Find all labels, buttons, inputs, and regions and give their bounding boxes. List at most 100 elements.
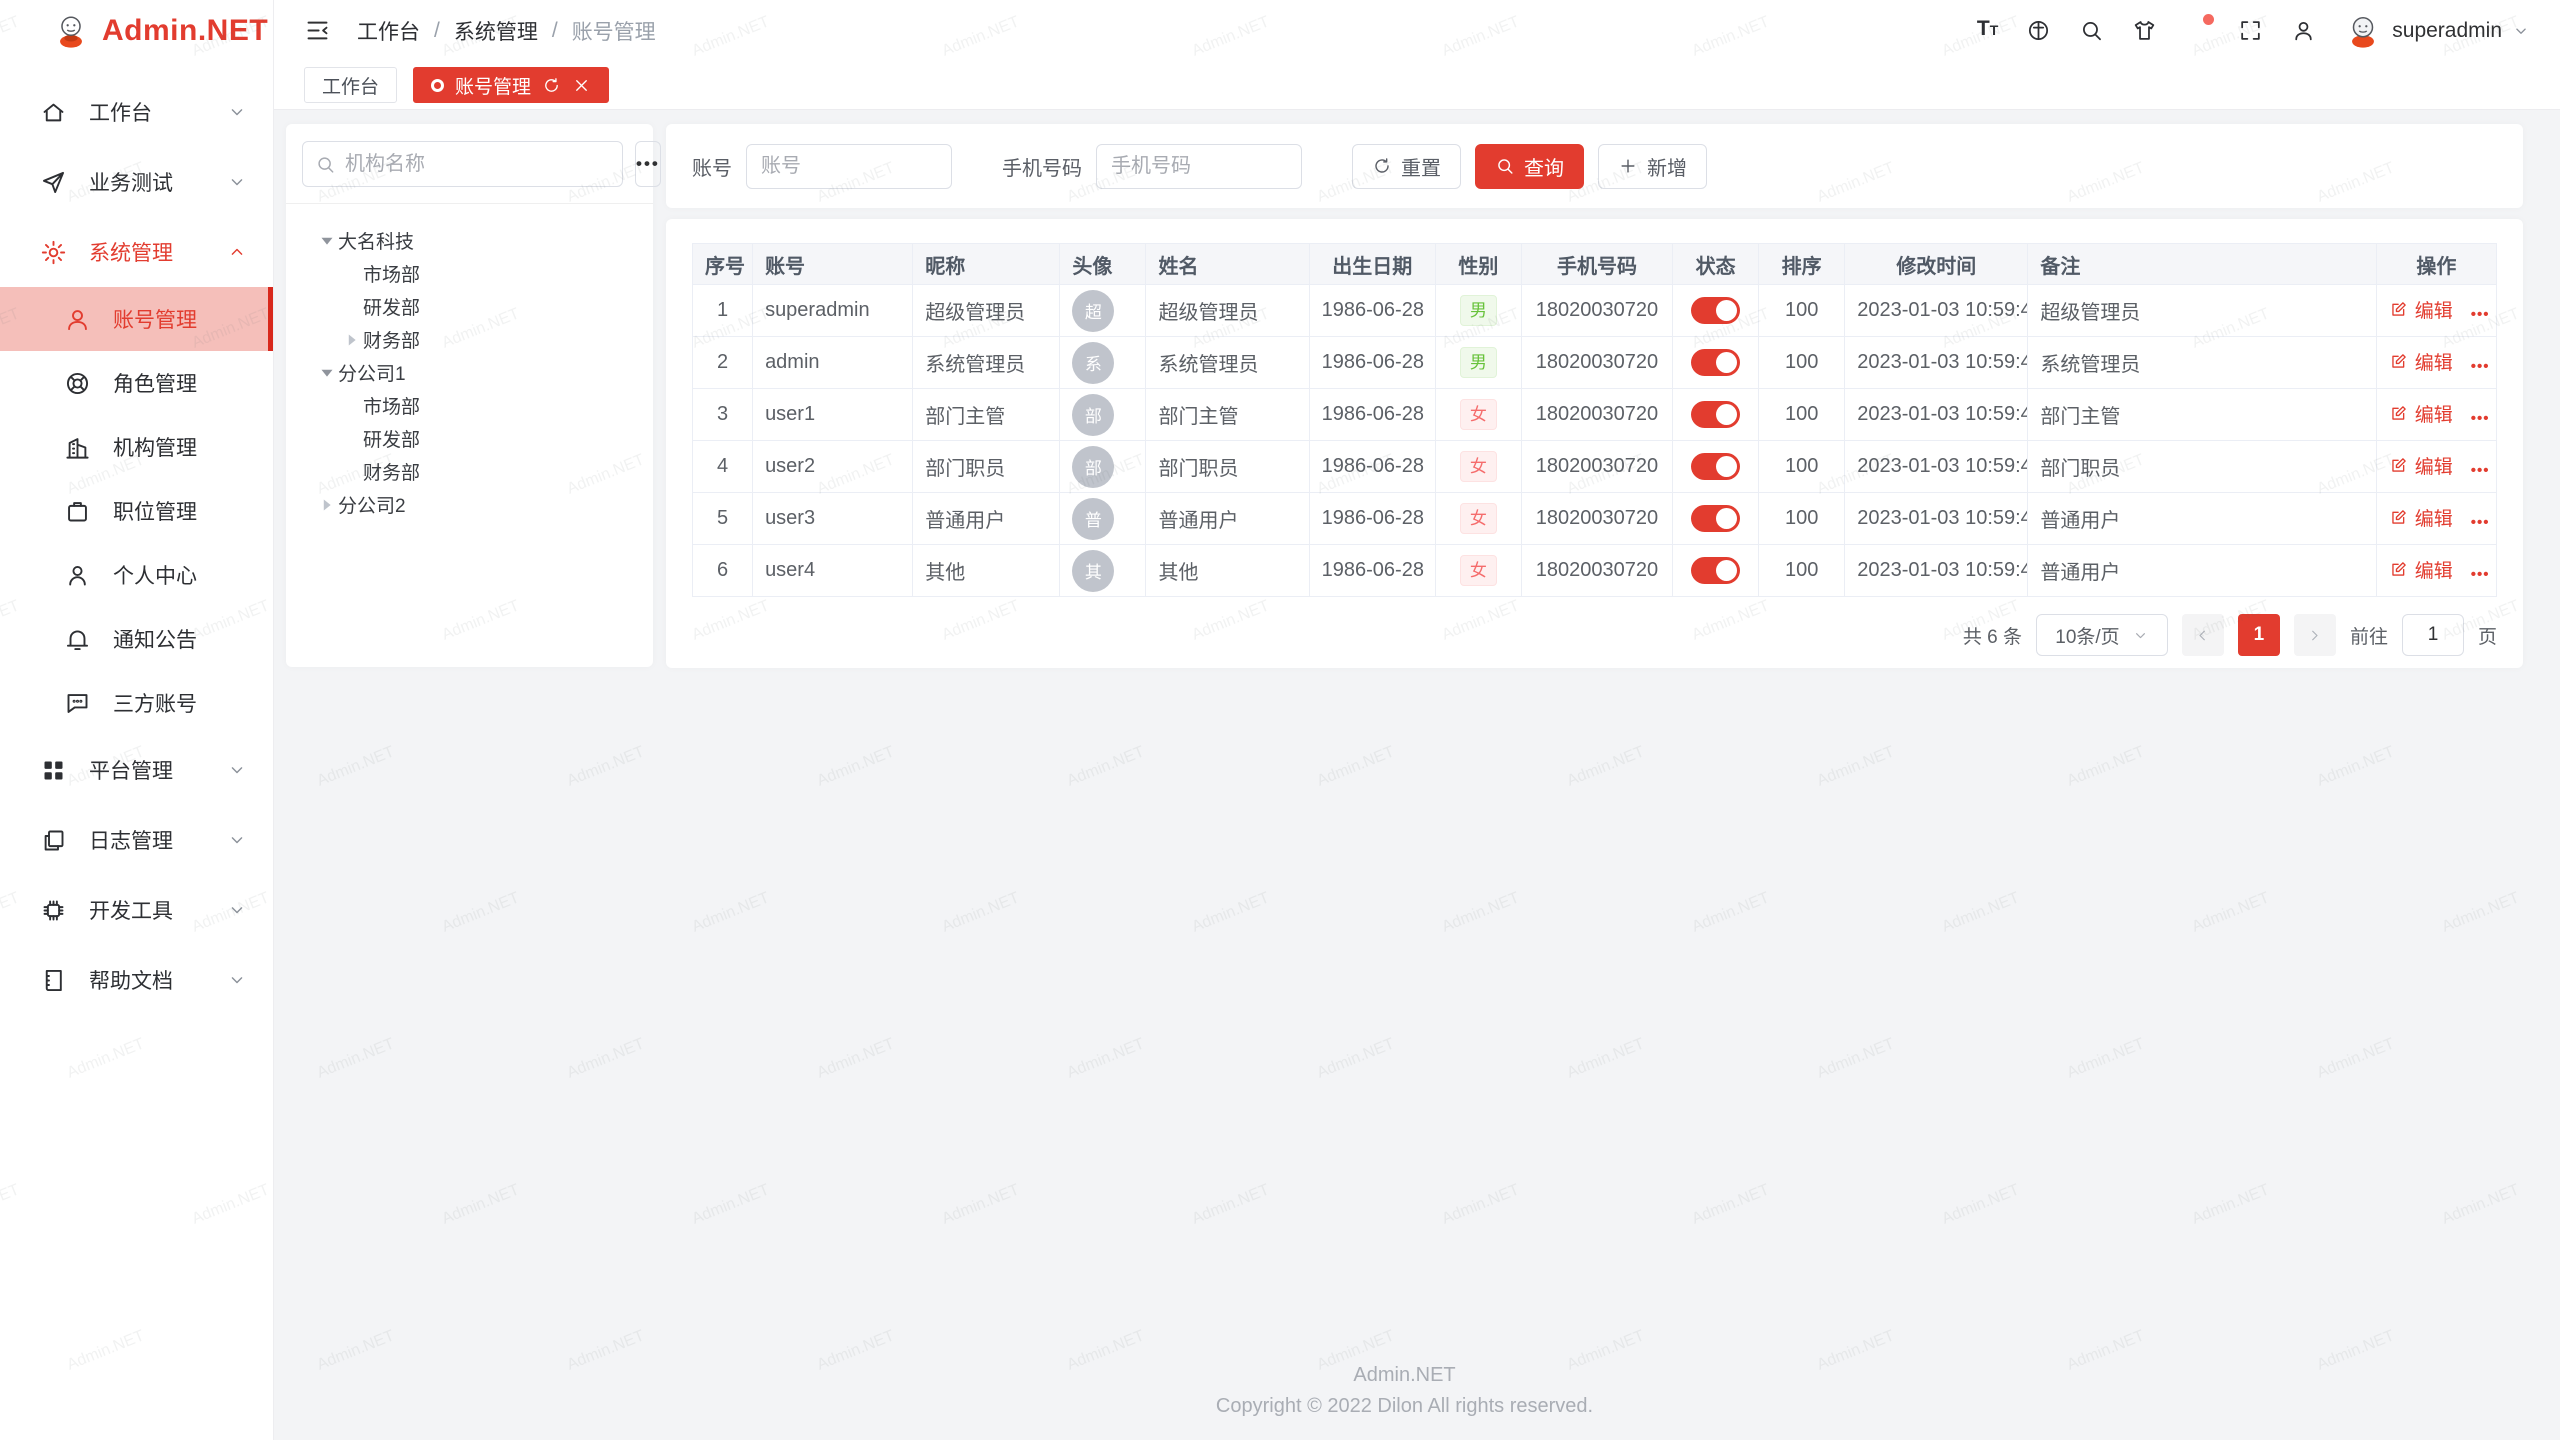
sidebar-item-日志管理[interactable]: 日志管理	[0, 805, 273, 875]
more-actions-button[interactable]: •••	[2471, 566, 2490, 583]
tree-node-财务部[interactable]: 财务部	[302, 323, 637, 356]
menu-fold-icon[interactable]	[304, 17, 331, 44]
reset-button[interactable]: 重置	[1352, 144, 1461, 189]
tree-more-button[interactable]: •••	[635, 141, 661, 187]
column-header-状态: 状态	[1673, 244, 1759, 285]
language-icon[interactable]	[2026, 18, 2051, 43]
app-logo[interactable]: Admin.NET	[0, 0, 273, 61]
status-toggle[interactable]	[1691, 349, 1740, 376]
page-size-select[interactable]: 10条/页	[2036, 614, 2168, 656]
sidebar-item-系统管理[interactable]: 系统管理	[0, 217, 273, 287]
tree-node-市场部[interactable]: 市场部	[302, 257, 637, 290]
cell-phone: 18020030720	[1521, 441, 1672, 493]
tree-node-研发部[interactable]: 研发部	[302, 422, 637, 455]
prev-page-button[interactable]	[2182, 614, 2224, 656]
sidebar-item-职位管理[interactable]: 职位管理	[0, 479, 273, 543]
more-actions-button[interactable]: •••	[2471, 410, 2490, 427]
search-icon[interactable]	[2079, 18, 2104, 43]
cell-gender: 男	[1435, 285, 1521, 337]
breadcrumb-item[interactable]: 系统管理	[454, 16, 538, 46]
cell-modified-time: 2023-01-03 10:59:44	[1845, 337, 2028, 389]
tree-expand-icon[interactable]	[341, 428, 363, 450]
chevron-icon	[227, 242, 247, 262]
next-page-button[interactable]	[2294, 614, 2336, 656]
more-actions-button[interactable]: •••	[2471, 514, 2490, 531]
username: superadmin	[2392, 19, 2502, 43]
user-avatar	[2344, 12, 2382, 50]
cell-modified-time: 2023-01-03 10:59:44	[1845, 493, 2028, 545]
sidebar-item-业务测试[interactable]: 业务测试	[0, 147, 273, 217]
edit-button[interactable]: 编辑	[2389, 400, 2453, 427]
sidebar-item-平台管理[interactable]: 平台管理	[0, 735, 273, 805]
page-suffix: 页	[2478, 622, 2497, 649]
account-input[interactable]	[746, 144, 952, 189]
tree-node-市场部[interactable]: 市场部	[302, 389, 637, 422]
org-icon	[64, 434, 91, 461]
goto-page-input[interactable]	[2402, 614, 2464, 656]
fullscreen-icon[interactable]	[2238, 18, 2263, 43]
status-toggle[interactable]	[1691, 505, 1740, 532]
tree-expand-icon[interactable]	[341, 395, 363, 417]
chevron-icon	[227, 830, 247, 850]
tree-node-大名科技[interactable]: 大名科技	[302, 224, 637, 257]
sidebar-item-三方账号[interactable]: 三方账号	[0, 671, 273, 735]
more-actions-button[interactable]: •••	[2471, 306, 2490, 323]
query-button[interactable]: 查询	[1475, 144, 1584, 189]
sidebar-item-角色管理[interactable]: 角色管理	[0, 351, 273, 415]
tree-expand-icon[interactable]	[341, 296, 363, 318]
sidebar-item-账号管理[interactable]: 账号管理	[0, 287, 273, 351]
cell-remark: 普通用户	[2028, 493, 2376, 545]
sidebar-item-工作台[interactable]: 工作台	[0, 77, 273, 147]
tree-node-分公司1[interactable]: 分公司1	[302, 356, 637, 389]
edit-button[interactable]: 编辑	[2389, 348, 2453, 375]
phone-input[interactable]	[1096, 144, 1302, 189]
tree-node-研发部[interactable]: 研发部	[302, 290, 637, 323]
notification-bell-icon[interactable]	[2185, 18, 2210, 43]
status-toggle[interactable]	[1691, 557, 1740, 584]
sidebar-item-个人中心[interactable]: 个人中心	[0, 543, 273, 607]
status-toggle[interactable]	[1691, 453, 1740, 480]
sidebar-item-机构管理[interactable]: 机构管理	[0, 415, 273, 479]
close-icon[interactable]	[572, 76, 591, 95]
font-size-icon[interactable]: TT	[1977, 18, 1998, 43]
tree-expand-icon[interactable]	[341, 263, 363, 285]
cell-name: 其他	[1146, 545, 1309, 597]
edit-button[interactable]: 编辑	[2389, 296, 2453, 323]
theme-skin-icon[interactable]	[2132, 18, 2157, 43]
edit-button[interactable]: 编辑	[2389, 504, 2453, 531]
more-actions-button[interactable]: •••	[2471, 358, 2490, 375]
current-page[interactable]: 1	[2238, 614, 2280, 656]
tree-expand-icon[interactable]	[341, 461, 363, 483]
tree-expand-icon[interactable]	[341, 329, 363, 351]
cell-birthdate: 1986-06-28	[1309, 389, 1435, 441]
org-search-input[interactable]	[345, 153, 610, 176]
cell-modified-time: 2023-01-03 10:59:44	[1845, 389, 2028, 441]
sidebar-item-帮助文档[interactable]: 帮助文档	[0, 945, 273, 1015]
cell-sort: 100	[1759, 545, 1845, 597]
cell-nickname: 普通用户	[913, 493, 1060, 545]
edit-button[interactable]: 编辑	[2389, 452, 2453, 479]
user-menu[interactable]: superadmin	[2344, 12, 2530, 50]
tab-工作台[interactable]: 工作台	[304, 67, 397, 103]
breadcrumb-item[interactable]: 工作台	[357, 16, 420, 46]
tree-expand-icon[interactable]	[316, 362, 338, 384]
status-toggle[interactable]	[1691, 297, 1740, 324]
tree-expand-icon[interactable]	[316, 494, 338, 516]
cell-remark: 部门主管	[2028, 389, 2376, 441]
cell-status	[1673, 545, 1759, 597]
cell-status	[1673, 285, 1759, 337]
edit-button[interactable]: 编辑	[2389, 556, 2453, 583]
refresh-icon[interactable]	[542, 76, 561, 95]
add-button[interactable]: 新增	[1598, 144, 1707, 189]
profile-person-icon[interactable]	[2291, 18, 2316, 43]
status-toggle[interactable]	[1691, 401, 1740, 428]
tab-账号管理[interactable]: 账号管理	[413, 67, 609, 103]
sidebar-item-开发工具[interactable]: 开发工具	[0, 875, 273, 945]
tree-expand-icon[interactable]	[316, 230, 338, 252]
sidebar-item-通知公告[interactable]: 通知公告	[0, 607, 273, 671]
tree-node-分公司2[interactable]: 分公司2	[302, 488, 637, 521]
tree-node-财务部[interactable]: 财务部	[302, 455, 637, 488]
page-content: ••• 大名科技 市场部 研发部 财务部 分公司1	[274, 110, 2560, 1440]
more-actions-button[interactable]: •••	[2471, 462, 2490, 479]
table-row: 1 superadmin 超级管理员 超 超级管理员 1986-06-28 男 …	[693, 285, 2497, 337]
